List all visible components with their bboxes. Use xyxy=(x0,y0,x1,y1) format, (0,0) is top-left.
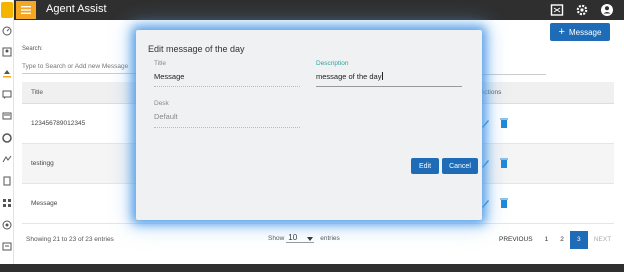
description-value: message of the day xyxy=(316,72,382,81)
app-title: Agent Assist xyxy=(46,3,107,15)
gear-icon[interactable] xyxy=(575,3,589,17)
hamburger-icon xyxy=(21,6,31,14)
column-header-title[interactable]: Title xyxy=(31,89,43,96)
delete-icon[interactable] xyxy=(499,117,509,129)
pagination-page[interactable]: 1 xyxy=(539,231,555,249)
apps-grid-icon[interactable] xyxy=(2,198,12,208)
edit-button[interactable]: Edit xyxy=(411,158,439,174)
dialog-title: Edit message of the day xyxy=(148,44,245,54)
row-title: testingg xyxy=(31,160,54,167)
description-field-label: Description xyxy=(316,60,349,67)
left-icon-rail xyxy=(0,0,14,272)
settings-circle-icon[interactable] xyxy=(2,220,12,230)
search-underline xyxy=(480,74,546,75)
search-input[interactable] xyxy=(22,60,152,74)
title-field-underline xyxy=(154,86,300,87)
desk-field-label: Desk xyxy=(154,100,169,107)
desk-field-underline xyxy=(154,127,300,128)
paint-icon[interactable] xyxy=(2,68,12,78)
dashboard-icon[interactable] xyxy=(2,26,12,36)
edit-message-dialog: Edit message of the day Title Message De… xyxy=(136,30,482,220)
desk-field[interactable]: Default xyxy=(154,112,178,121)
analytics-icon[interactable] xyxy=(2,154,12,164)
title-field[interactable]: Message xyxy=(154,72,184,81)
chat-icon[interactable] xyxy=(2,90,12,100)
bottom-strip xyxy=(0,264,624,272)
clipboard-icon[interactable] xyxy=(2,176,12,186)
pagination-page[interactable]: 2 xyxy=(554,231,570,249)
hamburger-menu-button[interactable] xyxy=(16,1,36,19)
contacts-icon[interactable] xyxy=(2,47,12,57)
table-info: Showing 21 to 23 of 23 entries xyxy=(26,236,114,243)
plus-icon: + xyxy=(558,25,565,38)
pagination-next[interactable]: NEXT xyxy=(588,231,617,249)
description-field[interactable]: message of the day xyxy=(316,72,384,81)
chevron-down-icon xyxy=(307,237,314,241)
description-field-underline xyxy=(316,86,462,87)
column-header-actions: Actions xyxy=(480,89,502,96)
delete-icon[interactable] xyxy=(499,157,509,169)
reports-icon[interactable] xyxy=(2,241,12,251)
row-title: 123456789012345 xyxy=(31,120,86,127)
pagination-previous[interactable]: PREVIOUS xyxy=(493,231,539,249)
page-size-select[interactable]: 10 xyxy=(286,233,315,243)
pagination: PREVIOUS 1 2 3 NEXT xyxy=(493,231,617,249)
text-cursor xyxy=(382,72,384,80)
pagination-page-current[interactable]: 3 xyxy=(569,231,588,249)
entries-label: entries xyxy=(320,234,340,242)
row-title: Message xyxy=(31,200,58,207)
title-field-label: Title xyxy=(154,60,167,67)
search-label: Search: xyxy=(22,46,43,52)
show-label: Show xyxy=(268,234,285,242)
cancel-button[interactable]: Cancel xyxy=(442,158,478,174)
delete-icon[interactable] xyxy=(499,197,509,209)
screen-icon[interactable] xyxy=(550,3,564,17)
messages-icon[interactable] xyxy=(2,111,12,121)
add-message-button[interactable]: + Message xyxy=(550,23,610,41)
add-message-label: Message xyxy=(568,27,602,37)
page-size-value: 10 xyxy=(288,233,298,242)
app-logo-icon xyxy=(1,2,13,18)
page-size-control: Show 10 entries xyxy=(268,233,340,243)
circle-icon[interactable] xyxy=(2,133,12,143)
top-bar: Agent Assist xyxy=(14,0,624,20)
account-icon[interactable] xyxy=(600,3,614,17)
